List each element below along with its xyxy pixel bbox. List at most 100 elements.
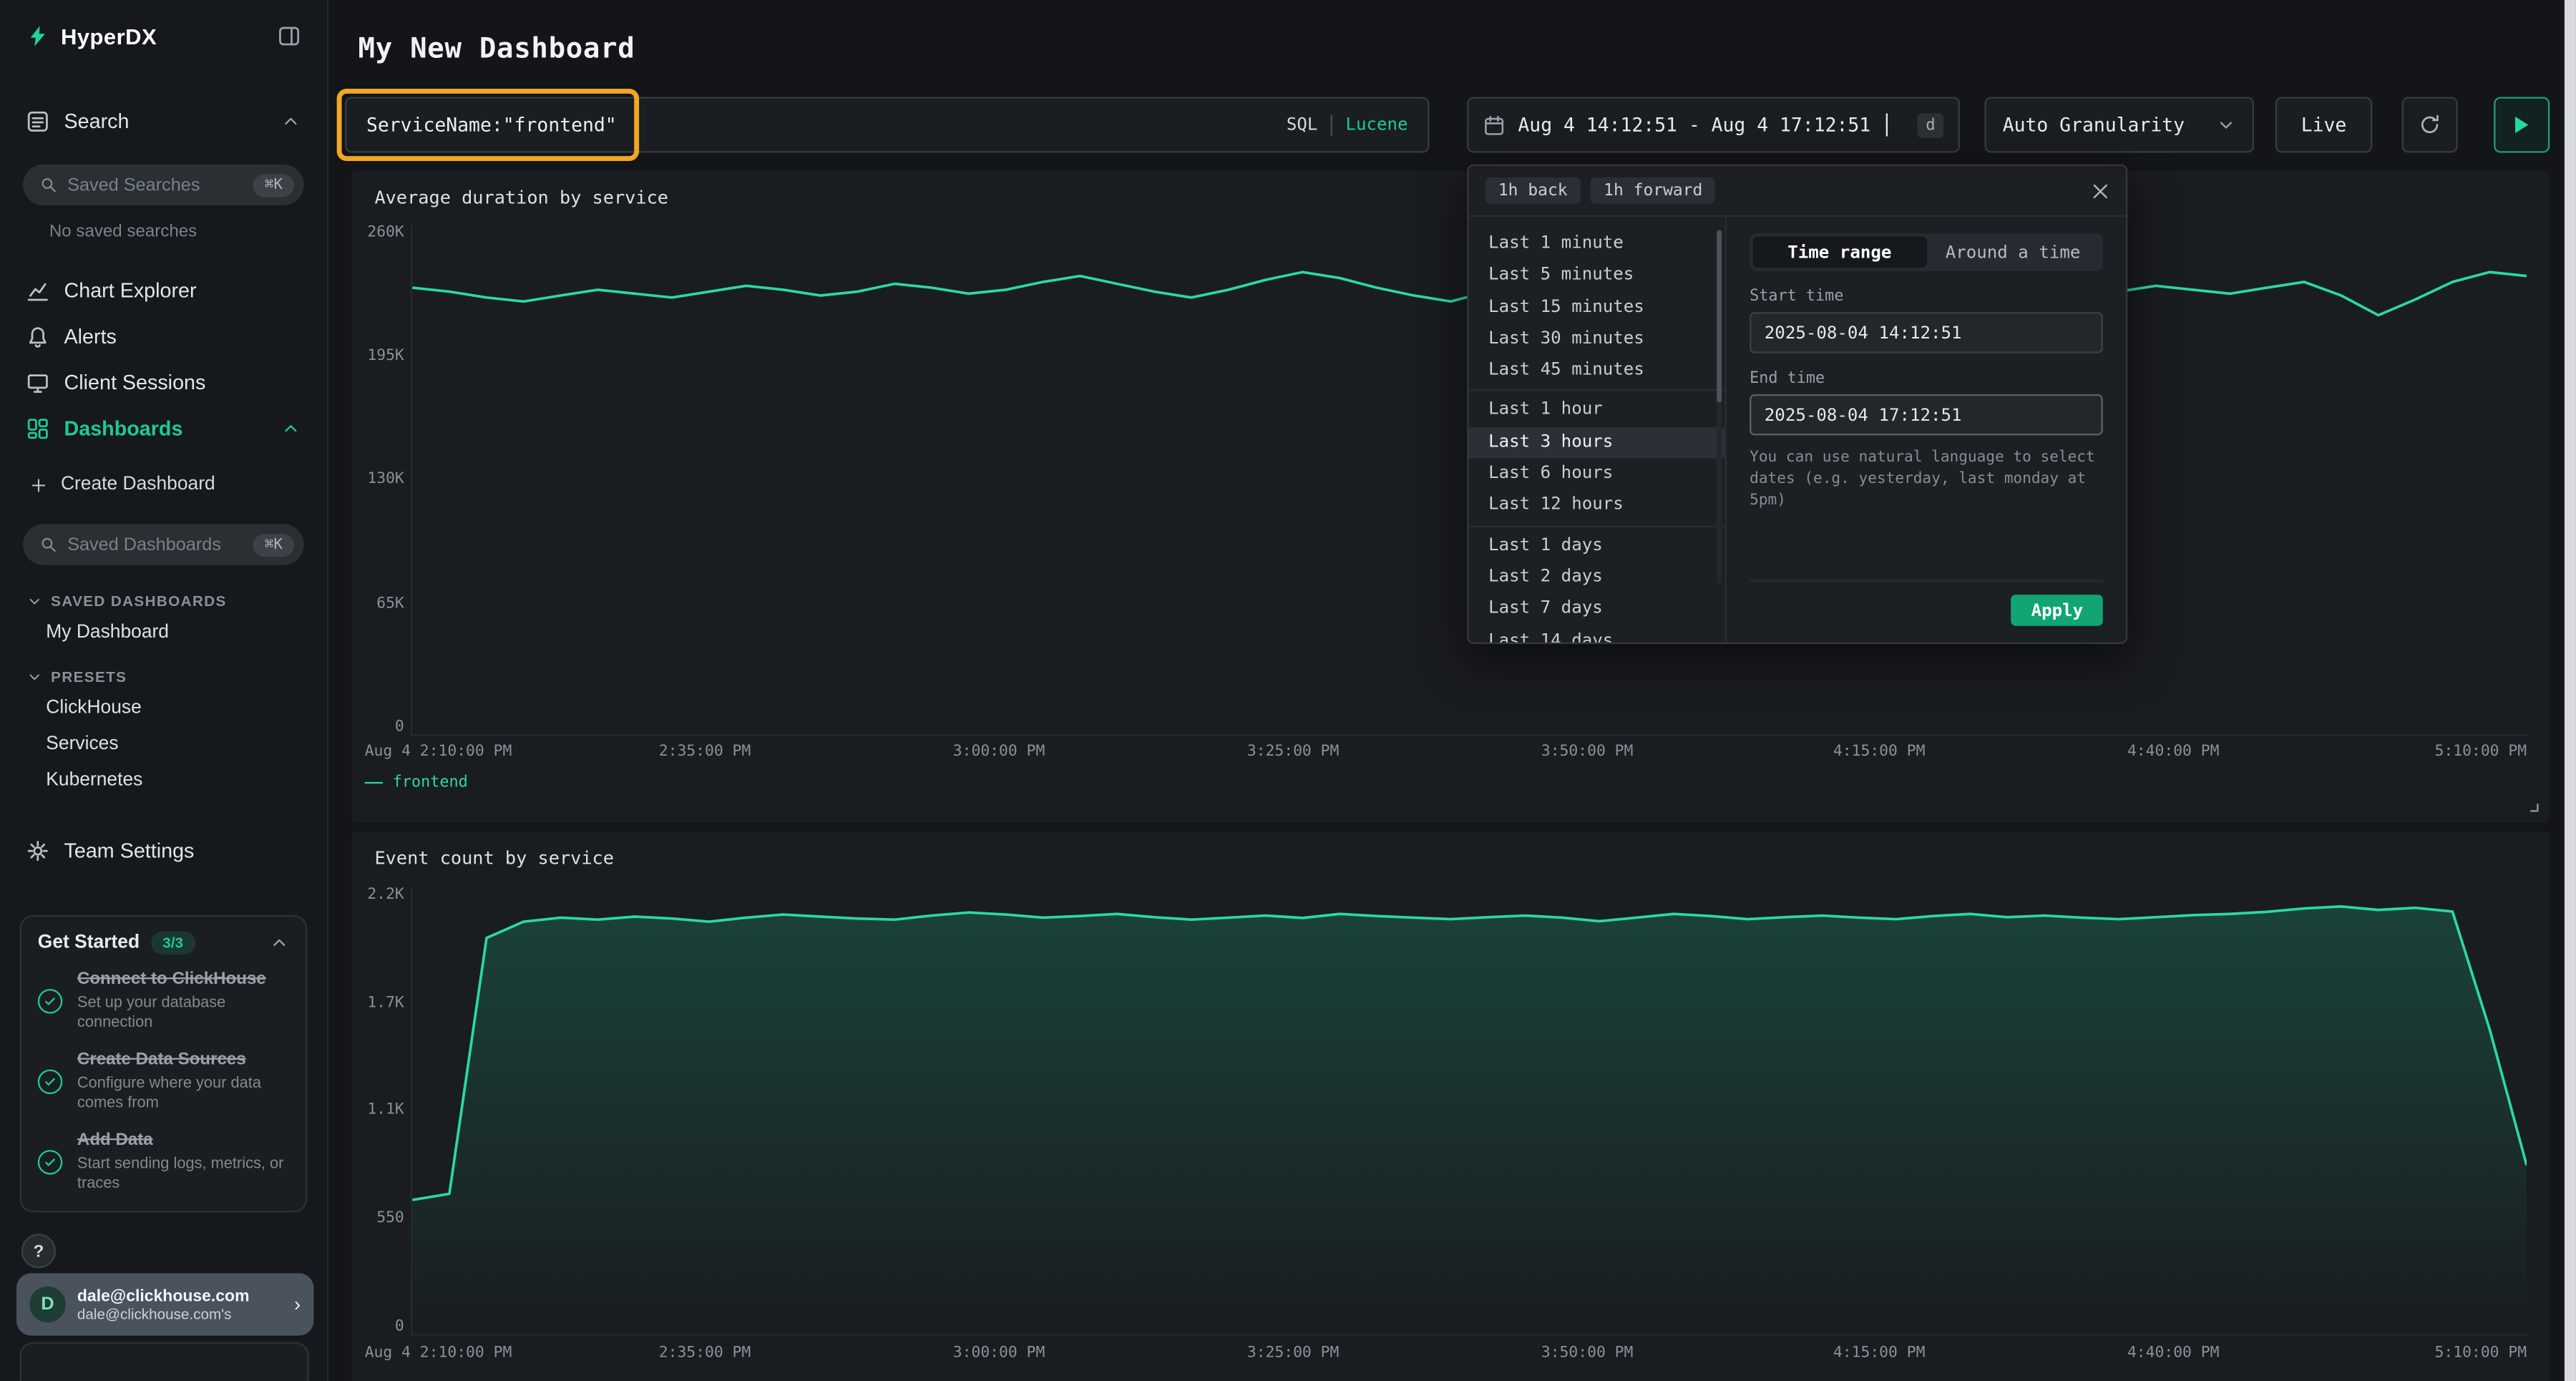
start-time-label: Start time <box>1750 288 2103 306</box>
range-mode-tabs: Time range Around a time <box>1750 233 2103 271</box>
popover-footer: Apply <box>1750 580 2103 625</box>
logo-row: HyperDX <box>0 0 327 72</box>
sidebar-item-alerts[interactable]: Alerts <box>0 314 327 360</box>
tab-time-range[interactable]: Time range <box>1753 237 1926 268</box>
start-time-input[interactable]: 2025-08-04 14:12:51 <box>1750 312 2103 353</box>
sidebar-item-dashboards[interactable]: Dashboards <box>0 406 327 452</box>
saved-dashboards-input[interactable]: Saved Dashboards ⌘K <box>23 524 304 565</box>
bottom-card-partial <box>20 1342 309 1381</box>
get-started-step[interactable]: Add DataStart sending logs, metrics, or … <box>38 1130 289 1195</box>
tab-around-a-time[interactable]: Around a time <box>1926 237 2099 268</box>
time-range-option[interactable]: Last 15 minutes <box>1469 292 1725 323</box>
y-axis-label: 130K <box>367 472 404 487</box>
app-window: HyperDX Search Saved Searches ⌘K No save… <box>0 0 2576 1381</box>
time-range-option[interactable]: Last 7 days <box>1469 593 1725 625</box>
sql-mode-toggle[interactable]: SQL <box>1287 115 1318 135</box>
close-button[interactable] <box>2092 182 2109 200</box>
sidebar-item-label: Team Settings <box>64 839 195 862</box>
page-title: My New Dashboard <box>358 33 635 66</box>
create-dashboard-button[interactable]: Create Dashboard <box>0 465 327 504</box>
sidebar-item-kubernetes[interactable]: Kubernetes <box>0 762 327 799</box>
chart-legend[interactable]: frontend <box>365 774 468 791</box>
time-range-popover: 1h back 1h forward Last 1 minuteLast 5 m… <box>1467 165 2127 644</box>
quick-range-group: Last 1 hourLast 3 hoursLast 6 hoursLast … <box>1469 392 1725 527</box>
time-range-option[interactable]: Last 2 days <box>1469 562 1725 593</box>
end-time-input[interactable]: 2025-08-04 17:12:51 <box>1750 394 2103 435</box>
lucene-mode-toggle[interactable]: Lucene <box>1345 115 1407 135</box>
step-title: Connect to ClickHouse <box>77 970 289 991</box>
sidebar-item-clickhouse[interactable]: ClickHouse <box>0 690 327 726</box>
bell-icon <box>26 326 49 348</box>
sidebar-item-my-dashboard[interactable]: My Dashboard <box>0 615 327 651</box>
refresh-icon <box>2419 113 2441 136</box>
y-axis-label: 0 <box>395 1319 404 1334</box>
chart-plot-area[interactable] <box>411 887 2527 1336</box>
time-range-option[interactable]: Last 1 days <box>1469 530 1725 562</box>
saved-searches-input[interactable]: Saved Searches ⌘K <box>23 165 304 205</box>
collapse-sidebar-icon[interactable] <box>278 24 301 47</box>
time-range-option[interactable]: Last 1 minute <box>1469 228 1725 260</box>
step-title: Add Data <box>77 1130 289 1151</box>
check-circle-icon <box>38 1150 62 1174</box>
page-scrollbar[interactable] <box>2565 0 2576 1381</box>
y-axis-label: 1.1K <box>367 1103 404 1118</box>
create-dashboard-label: Create Dashboard <box>61 475 215 495</box>
step-desc: Configure where your data comes from <box>77 1074 289 1115</box>
saved-dashboards-section-header[interactable]: SAVED DASHBOARDS <box>0 588 327 615</box>
sidebar-item-client-sessions[interactable]: Client Sessions <box>0 360 327 406</box>
apply-button[interactable]: Apply <box>2011 595 2103 626</box>
list-scrollbar[interactable] <box>1716 230 1722 583</box>
get-started-header[interactable]: Get Started 3/3 <box>38 932 289 955</box>
refresh-button[interactable] <box>2402 97 2458 152</box>
time-range-option[interactable]: Last 30 minutes <box>1469 323 1725 355</box>
y-axis-label: 195K <box>367 348 404 363</box>
hyperdx-app: HyperDX Search Saved Searches ⌘K No save… <box>0 0 2576 1381</box>
run-query-button[interactable] <box>2494 97 2550 152</box>
chart-title: Event count by service <box>374 848 614 869</box>
presets-section-header[interactable]: PRESETS <box>0 664 327 690</box>
user-menu[interactable]: D dale@clickhouse.com dale@clickhouse.co… <box>16 1273 314 1335</box>
y-axis-label: 260K <box>367 225 404 240</box>
chevron-up-icon <box>281 419 301 439</box>
x-axis-label: 2:35:00 PM <box>659 743 751 761</box>
get-started-title: Get Started <box>38 933 140 953</box>
plus-icon <box>29 476 47 494</box>
time-range-option[interactable]: Last 45 minutes <box>1469 355 1725 386</box>
chevron-up-icon <box>270 933 290 953</box>
time-range-option[interactable]: Last 12 hours <box>1469 490 1725 522</box>
calendar-icon <box>1483 114 1505 136</box>
sidebar-item-search[interactable]: Search <box>0 99 327 145</box>
get-started-card: Get Started 3/3 Connect to ClickHouseSet… <box>20 915 308 1214</box>
end-time-label: End time <box>1750 370 2103 388</box>
time-range-option[interactable]: Last 3 hours <box>1469 426 1725 458</box>
time-range-option[interactable]: Last 1 hour <box>1469 395 1725 426</box>
shift-forward-button[interactable]: 1h forward <box>1591 177 1716 204</box>
natural-language-hint: You can use natural language to select d… <box>1750 449 2103 512</box>
help-button[interactable]: ? <box>21 1234 56 1268</box>
shift-back-button[interactable]: 1h back <box>1485 177 1581 204</box>
quick-range-group: Last 1 daysLast 2 daysLast 7 daysLast 14… <box>1469 527 1725 642</box>
time-range-option[interactable]: Last 5 minutes <box>1469 260 1725 291</box>
granularity-select[interactable]: Auto Granularity <box>1984 97 2254 152</box>
check-circle-icon <box>38 1070 62 1094</box>
section-header-label: PRESETS <box>51 668 127 685</box>
time-range-input[interactable]: Aug 4 14:12:51 - Aug 4 17:12:51 d <box>1467 97 1960 152</box>
time-range-option[interactable]: Last 6 hours <box>1469 459 1725 490</box>
live-button[interactable]: Live <box>2275 97 2372 152</box>
get-started-step[interactable]: Create Data SourcesConfigure where your … <box>38 1050 289 1115</box>
sidebar-item-team-settings[interactable]: Team Settings <box>0 828 327 874</box>
dashboards-icon <box>26 417 49 440</box>
panel-resize-handle[interactable] <box>2525 799 2540 814</box>
x-axis-label: 4:15:00 PM <box>1833 1344 1926 1362</box>
search-query-input[interactable]: ServiceName:"frontend" SQL Lucene <box>345 97 1429 152</box>
time-range-option[interactable]: Last 14 days <box>1469 625 1725 643</box>
scrollbar-thumb[interactable] <box>1716 230 1722 402</box>
y-axis-label: 65K <box>376 595 404 610</box>
sidebar-item-services[interactable]: Services <box>0 726 327 763</box>
sidebar-item-label: Alerts <box>64 326 117 348</box>
get-started-step[interactable]: Connect to ClickHouseSet up your databas… <box>38 970 289 1035</box>
sidebar-item-chart-explorer[interactable]: Chart Explorer <box>0 268 327 313</box>
time-range-value: Aug 4 14:12:51 - Aug 4 17:12:51 <box>1518 113 1870 136</box>
avatar: D <box>29 1287 66 1323</box>
brand-name: HyperDX <box>61 24 157 48</box>
